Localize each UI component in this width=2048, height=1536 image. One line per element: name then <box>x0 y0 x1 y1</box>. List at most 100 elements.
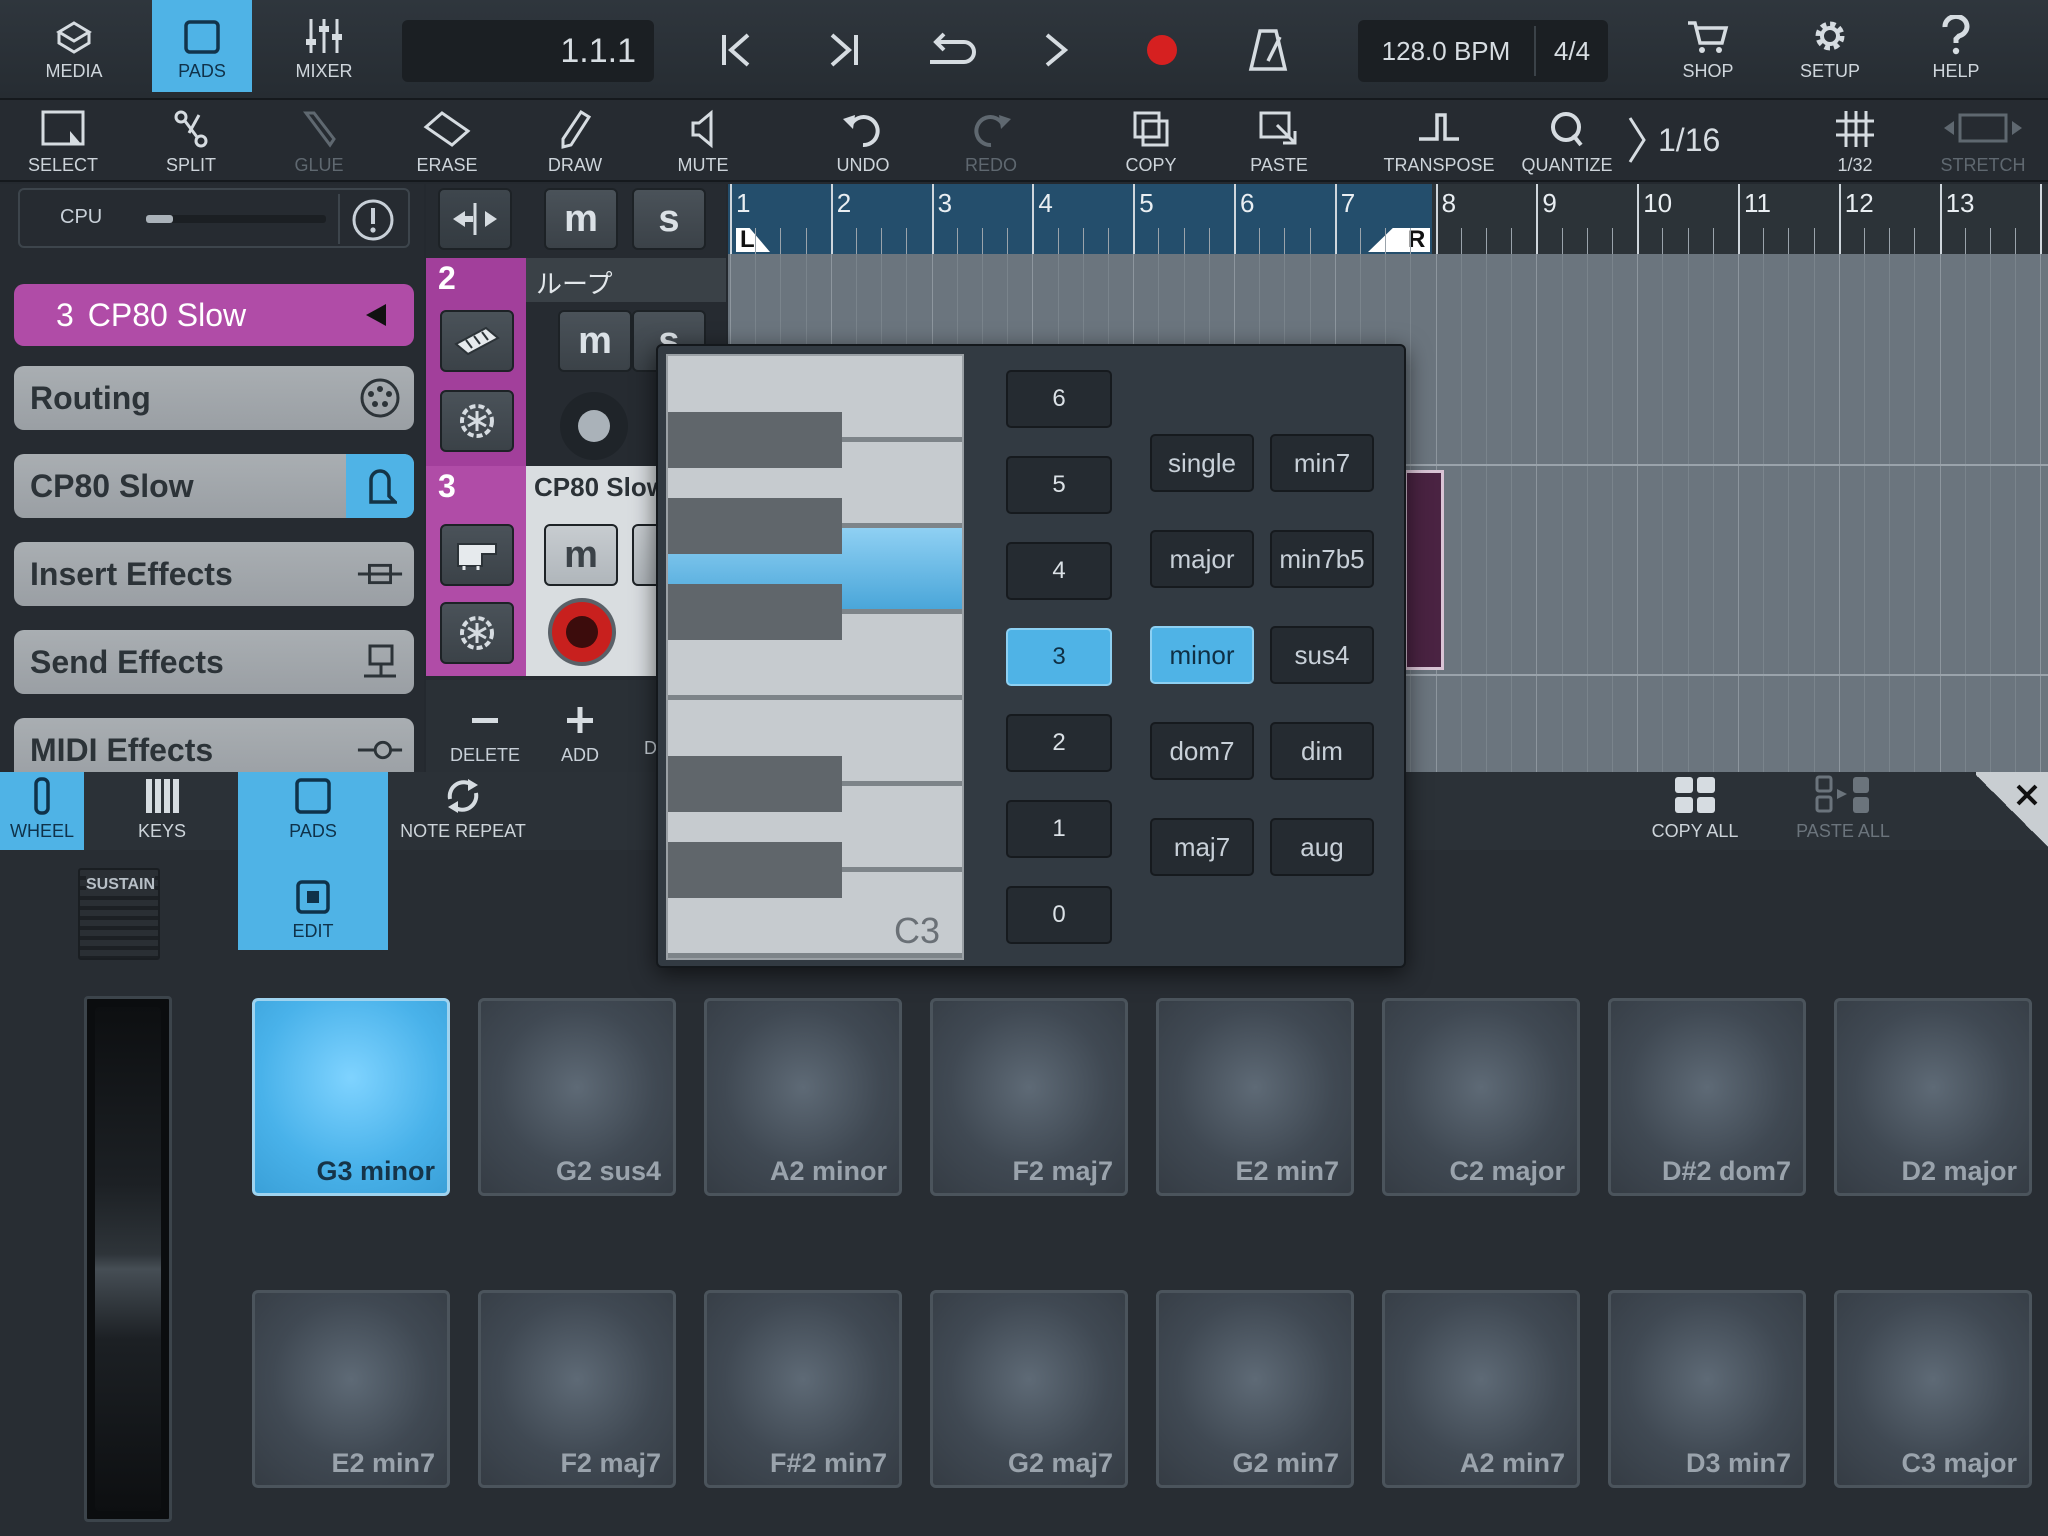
octave-button[interactable]: 2 <box>1006 714 1112 772</box>
global-solo-button[interactable]: s <box>632 188 706 250</box>
shop-button[interactable]: SHOP <box>1658 0 1758 92</box>
chord-pad[interactable]: E2 min7 <box>252 1290 450 1488</box>
copy-all-button[interactable]: COPY ALL <box>1640 772 1750 850</box>
track-2-settings-button[interactable] <box>440 390 514 452</box>
record-button[interactable] <box>1132 24 1192 76</box>
split-tool[interactable]: SPLIT <box>136 104 246 180</box>
chord-type-button[interactable]: maj7 <box>1150 818 1254 876</box>
global-mute-button[interactable]: m <box>544 188 618 250</box>
tab-note-repeat[interactable]: NOTE REPEAT <box>398 772 528 850</box>
root-note-keyboard[interactable]: C3 <box>666 354 964 960</box>
chord-pad[interactable]: D3 min7 <box>1608 1290 1806 1488</box>
paste-all-button[interactable]: PASTE ALL <box>1788 772 1898 850</box>
selected-track-header[interactable]: 3 CP80 Slow <box>14 284 414 346</box>
setup-button[interactable]: SETUP <box>1780 0 1880 92</box>
draw-tool[interactable]: DRAW <box>520 104 630 180</box>
chord-pad[interactable]: D#2 dom7 <box>1608 998 1806 1196</box>
chord-pad[interactable]: D2 major <box>1834 998 2032 1196</box>
track-edit-button[interactable] <box>438 188 512 250</box>
pads-mode-button[interactable]: PADS <box>152 0 252 92</box>
tab-keys[interactable]: KEYS <box>112 772 212 850</box>
instrument-item[interactable]: CP80 Slow <box>14 454 414 518</box>
black-key[interactable] <box>668 412 842 468</box>
track-3-settings-button[interactable] <box>440 602 514 664</box>
black-key[interactable] <box>668 756 842 812</box>
chord-pad[interactable]: F2 maj7 <box>930 998 1128 1196</box>
grid-button[interactable]: 1/32 <box>1800 104 1910 180</box>
help-button[interactable]: HELP <box>1906 0 2006 92</box>
chord-type-button[interactable]: single <box>1150 434 1254 492</box>
midi-event[interactable] <box>1404 470 1444 670</box>
chord-type-button[interactable]: sus4 <box>1270 626 1374 684</box>
sustain-pedal[interactable]: SUSTAIN <box>78 868 160 960</box>
chord-pad[interactable]: C3 major <box>1834 1290 2032 1488</box>
chord-type-button[interactable]: minor <box>1150 626 1254 684</box>
loop-range[interactable] <box>728 184 1432 254</box>
track-3-mute-button[interactable]: m <box>544 524 618 586</box>
paste-button[interactable]: PASTE <box>1224 104 1334 180</box>
chord-type-button[interactable]: aug <box>1270 818 1374 876</box>
track-2-record-arm[interactable] <box>556 388 632 464</box>
track-3-instrument-button[interactable] <box>440 524 514 586</box>
quantize-button[interactable]: QUANTIZE <box>1512 104 1622 180</box>
position-display[interactable]: 1.1.1 <box>402 20 654 82</box>
erase-tool[interactable]: ERASE <box>392 104 502 180</box>
select-tool[interactable]: SELECT <box>8 104 118 180</box>
routing-item[interactable]: Routing <box>14 366 414 430</box>
octave-button[interactable]: 0 <box>1006 886 1112 944</box>
pitch-wheel[interactable] <box>84 996 172 1522</box>
chord-pad[interactable]: G2 maj7 <box>930 1290 1128 1488</box>
add-track-button[interactable]: ADD <box>540 696 620 766</box>
octave-button[interactable]: 3 <box>1006 628 1112 686</box>
glue-tool[interactable]: GLUE <box>264 104 374 180</box>
go-to-end-button[interactable] <box>814 24 874 76</box>
octave-button[interactable]: 1 <box>1006 800 1112 858</box>
stretch-tool[interactable]: STRETCH <box>1928 104 2038 180</box>
copy-button[interactable]: COPY <box>1096 104 1206 180</box>
redo-button[interactable]: REDO <box>936 104 1046 180</box>
media-button[interactable]: MEDIA <box>24 0 124 92</box>
tab-wheel[interactable]: WHEEL <box>0 772 84 850</box>
chord-pad[interactable]: G2 sus4 <box>478 998 676 1196</box>
track-2-mute-button[interactable]: m <box>558 310 632 372</box>
timeline-ruler[interactable]: L R 123456789101112131 <box>728 184 2048 254</box>
track-2-name-bar[interactable]: ループ <box>526 258 726 302</box>
mute-tool[interactable]: MUTE <box>648 104 758 180</box>
chord-type-button[interactable]: min7b5 <box>1270 530 1374 588</box>
chord-type-button[interactable]: major <box>1150 530 1254 588</box>
black-key[interactable] <box>668 842 842 898</box>
track-2-instrument-button[interactable] <box>440 310 514 372</box>
tab-pads[interactable]: PADS <box>238 772 388 850</box>
black-key[interactable] <box>668 498 842 554</box>
track-3-record-arm[interactable] <box>544 594 620 670</box>
mixer-button[interactable]: MIXER <box>274 0 374 92</box>
chord-pad[interactable]: A2 min7 <box>1382 1290 1580 1488</box>
loop-button[interactable] <box>920 24 980 76</box>
close-panel-button[interactable] <box>1976 772 2048 850</box>
insert-effects-item[interactable]: Insert Effects <box>14 542 414 606</box>
octave-button[interactable]: 5 <box>1006 456 1112 514</box>
chord-pad[interactable]: F#2 min7 <box>704 1290 902 1488</box>
pads-edit-button[interactable]: EDIT <box>238 850 388 950</box>
black-key[interactable] <box>668 584 842 640</box>
send-effects-item[interactable]: Send Effects <box>14 630 414 694</box>
chord-pad[interactable]: G3 minor <box>252 998 450 1196</box>
warning-icon[interactable] <box>350 197 396 243</box>
quantize-value-selector[interactable]: 1/16 <box>1626 110 1746 170</box>
delete-track-button[interactable]: DELETE <box>440 696 530 766</box>
tempo-signature-display[interactable]: 128.0 BPM 4/4 <box>1358 20 1608 82</box>
octave-button[interactable]: 4 <box>1006 542 1112 600</box>
chord-pad[interactable]: A2 minor <box>704 998 902 1196</box>
chord-pad[interactable]: C2 major <box>1382 998 1580 1196</box>
chord-type-button[interactable]: min7 <box>1270 434 1374 492</box>
chord-type-button[interactable]: dom7 <box>1150 722 1254 780</box>
chord-pad[interactable]: E2 min7 <box>1156 998 1354 1196</box>
undo-button[interactable]: UNDO <box>808 104 918 180</box>
play-button[interactable] <box>1026 24 1086 76</box>
instrument-edit-icon[interactable] <box>346 454 414 518</box>
chord-pad[interactable]: G2 min7 <box>1156 1290 1354 1488</box>
octave-button[interactable]: 6 <box>1006 370 1112 428</box>
chord-type-button[interactable]: dim <box>1270 722 1374 780</box>
midi-effects-item[interactable]: MIDI Effects <box>14 718 414 772</box>
metronome-button[interactable] <box>1238 24 1298 76</box>
